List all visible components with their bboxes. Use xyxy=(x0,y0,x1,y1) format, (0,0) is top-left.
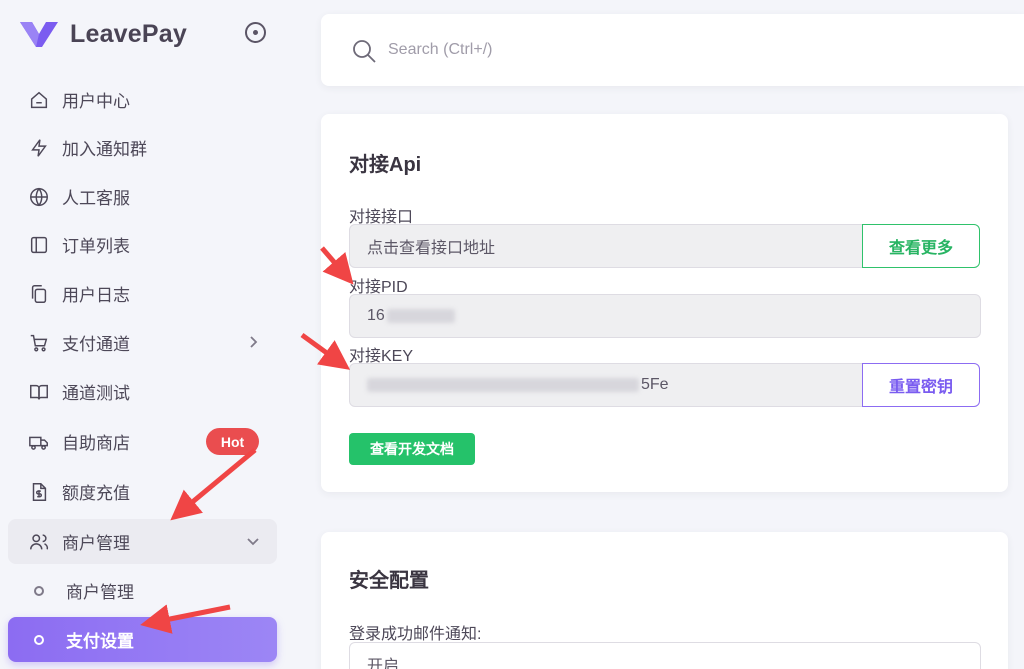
hot-badge: Hot xyxy=(206,428,259,455)
security-card: 安全配置 登录成功邮件通知: 开启 xyxy=(321,532,1008,669)
endpoint-value: 点击查看接口地址 xyxy=(367,240,496,257)
sidebar-item-recharge[interactable]: 额度充值 xyxy=(8,469,277,514)
layout-sidebar-icon xyxy=(28,234,50,256)
sidebar-item-label: 支付通道 xyxy=(62,335,130,354)
sidebar-item-label: 自助商店 xyxy=(62,434,130,453)
view-docs-button[interactable]: 查看开发文档 xyxy=(349,433,475,465)
sidebar-item-user-log[interactable]: 用户日志 xyxy=(8,271,277,316)
sidebar-subitem-merchant-management[interactable]: 商户管理 xyxy=(8,568,277,613)
brand[interactable]: LeavePay xyxy=(18,16,187,52)
brand-name: LeavePay xyxy=(70,19,187,48)
login-notify-select[interactable]: 开启 xyxy=(349,642,981,669)
api-card-title: 对接Api xyxy=(349,154,422,176)
sidebar: LeavePay 用户中心 加入通知群 人工客服 订单列表 用户日志 支付通道 … xyxy=(0,0,293,669)
reset-key-button[interactable]: 重置密钥 xyxy=(862,363,980,407)
endpoint-field[interactable]: 点击查看接口地址 xyxy=(349,224,863,268)
sidebar-item-label: 订单列表 xyxy=(62,237,130,256)
sidebar-item-label: 用户日志 xyxy=(62,286,130,305)
sidebar-item-label: 额度充值 xyxy=(62,484,130,503)
sidebar-item-orders[interactable]: 订单列表 xyxy=(8,222,277,267)
key-field[interactable]: 5Fe xyxy=(349,363,863,407)
redacted-mask xyxy=(367,378,639,392)
redacted-mask xyxy=(386,309,455,323)
truck-icon xyxy=(28,431,50,453)
sidebar-item-join-group[interactable]: 加入通知群 xyxy=(8,125,277,170)
pid-field[interactable]: 16 xyxy=(349,294,981,338)
circle-bullet-icon xyxy=(34,634,44,645)
circle-bullet-icon xyxy=(34,585,44,596)
sidebar-item-label: 用户中心 xyxy=(62,92,130,111)
copy-icon xyxy=(28,283,50,305)
sidebar-item-label: 通道测试 xyxy=(62,384,130,403)
api-card: 对接Api 对接接口 点击查看接口地址 查看更多 对接PID 16 对接KEY … xyxy=(321,114,1008,492)
sidebar-item-merchant-management[interactable]: 商户管理 xyxy=(8,519,277,564)
users-icon xyxy=(28,531,50,553)
lightning-icon xyxy=(28,137,50,159)
sidebar-item-user-center[interactable]: 用户中心 xyxy=(8,77,277,122)
pid-value: 16 xyxy=(367,307,385,324)
sidebar-item-label: 加入通知群 xyxy=(62,140,147,159)
sidebar-item-label: 商户管理 xyxy=(62,534,130,553)
sidebar-item-label: 人工客服 xyxy=(62,189,130,208)
chevron-right-icon xyxy=(245,334,261,350)
dollar-file-icon xyxy=(28,481,50,503)
home-icon xyxy=(28,89,50,111)
sidebar-item-label: 商户管理 xyxy=(66,583,134,602)
chevron-down-icon xyxy=(245,533,261,549)
v-logo-icon xyxy=(20,22,58,47)
sidebar-item-payment-channels[interactable]: 支付通道 xyxy=(8,320,277,365)
sidebar-item-support[interactable]: 人工客服 xyxy=(8,174,277,219)
sidebar-subitem-payment-settings[interactable]: 支付设置 xyxy=(8,617,277,662)
login-notify-label: 登录成功邮件通知: xyxy=(349,626,482,643)
security-card-title: 安全配置 xyxy=(349,570,429,592)
globe-icon xyxy=(28,186,50,208)
view-more-button[interactable]: 查看更多 xyxy=(862,224,980,268)
search-placeholder[interactable]: Search (Ctrl+/) xyxy=(388,41,492,59)
key-value-tail: 5Fe xyxy=(641,376,669,393)
cart-icon xyxy=(28,332,50,354)
login-notify-value: 开启 xyxy=(367,658,400,669)
book-icon xyxy=(28,381,50,403)
sidebar-collapse-button[interactable] xyxy=(245,22,266,43)
search-icon xyxy=(351,38,377,64)
sidebar-item-channel-test[interactable]: 通道测试 xyxy=(8,369,277,414)
search-bar[interactable]: Search (Ctrl+/) xyxy=(321,14,1024,86)
sidebar-item-label: 支付设置 xyxy=(66,632,134,651)
